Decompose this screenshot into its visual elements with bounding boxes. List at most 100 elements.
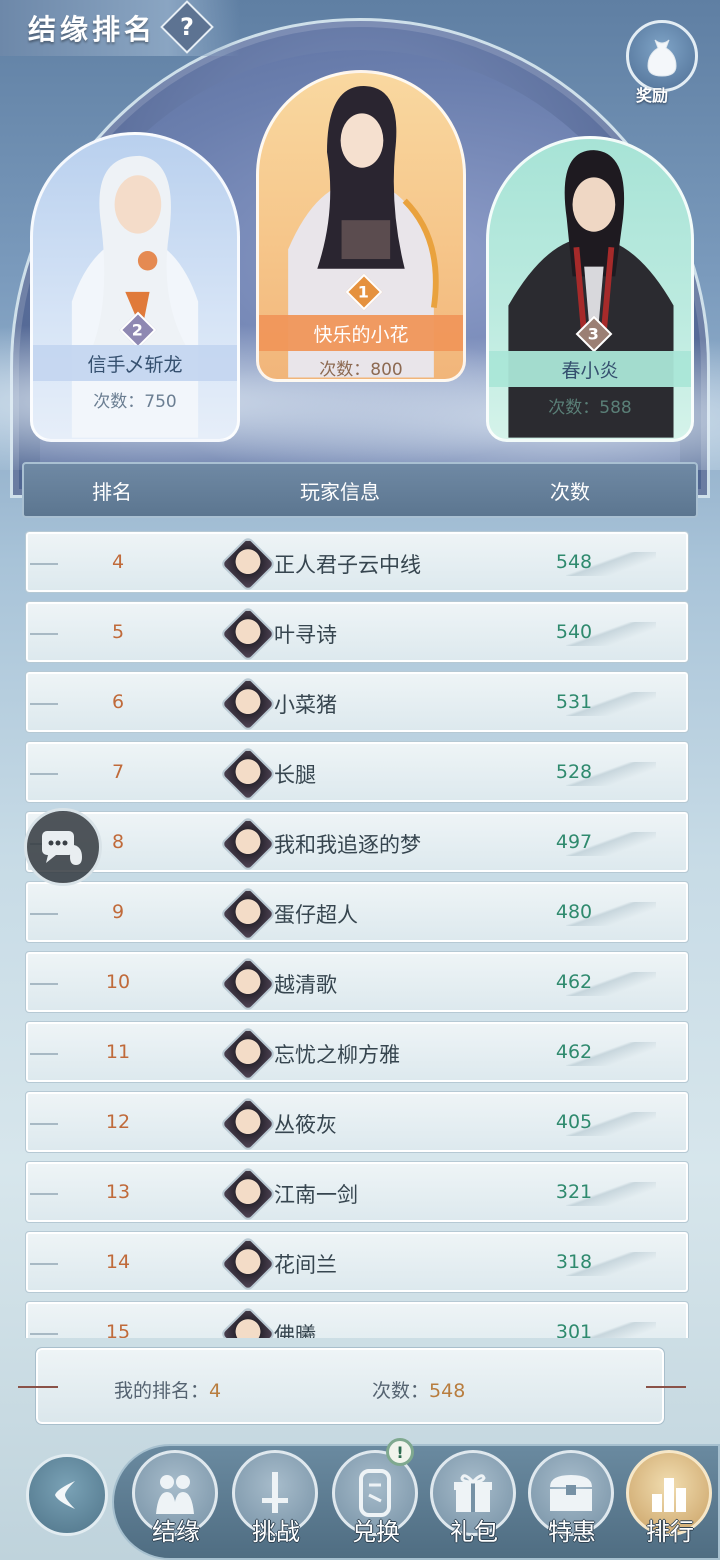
chat-button[interactable] [24, 808, 102, 886]
player-avatar [219, 675, 277, 733]
row-player-name: 小菜猪 [274, 693, 337, 717]
score-label: 次数： [319, 360, 371, 380]
row-count: 528 [555, 761, 593, 783]
column-header-rank: 排名 [92, 479, 132, 504]
row-count: 548 [555, 551, 593, 573]
bottom-nav: 结缘 挑战 兑换 礼包 特惠 排行 [0, 1434, 720, 1560]
player-avatar [219, 955, 277, 1013]
ranking-list[interactable]: 4 正人君子云中线 548 5 叶寻诗 540 6 小菜猪 531 7 长腿 5… [0, 528, 720, 1338]
row-count: 301 [555, 1321, 593, 1338]
row-player-name: 我和我追逐的梦 [274, 833, 421, 857]
podium-score-2: 次数：750 [33, 387, 237, 412]
row-count: 318 [555, 1251, 593, 1273]
column-header-count: 次数 [550, 479, 590, 504]
question-icon: ? [180, 12, 194, 41]
row-rank: 14 [105, 1251, 131, 1273]
podium-score-3: 次数：588 [489, 393, 691, 418]
player-avatar [219, 885, 277, 943]
row-rank: 6 [111, 691, 125, 713]
row-count: 405 [555, 1111, 593, 1133]
podium-card-2[interactable]: 2 信手乄斩龙 次数：750 [30, 132, 240, 442]
nav-item-tehui[interactable]: 特惠 [528, 1450, 616, 1560]
podium-card-3[interactable]: 3 春小炎 次数：588 [486, 136, 694, 442]
row-count: 540 [555, 621, 593, 643]
table-row[interactable]: 10 越清歌 462 [25, 951, 689, 1013]
nav-item-libao[interactable]: 礼包 [430, 1450, 518, 1560]
row-count: 497 [555, 831, 593, 853]
nav-item-duihuan[interactable]: 兑换 [332, 1450, 420, 1560]
my-rank-bar: 我的排名：4 次数：548 [18, 1347, 686, 1425]
column-header-player: 玩家信息 [300, 479, 380, 504]
player-avatar [219, 1165, 277, 1223]
chat-bubble-icon [42, 831, 82, 865]
table-row[interactable]: 13 江南一剑 321 [25, 1161, 689, 1223]
row-count: 531 [555, 691, 593, 713]
row-count: 480 [555, 901, 593, 923]
row-player-name: 丛筱灰 [274, 1113, 337, 1137]
row-rank: 9 [111, 901, 125, 923]
player-avatar [219, 815, 277, 873]
my-rank: 我的排名：4 [114, 1376, 221, 1403]
table-row[interactable]: 15 佛曦 301 [25, 1301, 689, 1338]
rank-badge-number: 1 [358, 282, 370, 302]
reward-button[interactable]: 奖励 [626, 20, 702, 110]
row-player-name: 忘忧之柳方雅 [274, 1043, 400, 1067]
exclamation-icon: ! [386, 1438, 414, 1466]
nav-label: 兑换 [352, 1518, 400, 1546]
row-player-name: 蛋仔超人 [274, 903, 358, 927]
row-player-name: 长腿 [274, 763, 316, 787]
table-row[interactable]: 5 叶寻诗 540 [25, 601, 689, 663]
table-row[interactable]: 14 花间兰 318 [25, 1231, 689, 1293]
table-row[interactable]: 6 小菜猪 531 [25, 671, 689, 733]
row-rank: 11 [105, 1041, 131, 1063]
podium-name-3: 春小炎 [489, 351, 691, 387]
table-row[interactable]: 11 忘忧之柳方雅 462 [25, 1021, 689, 1083]
row-rank: 15 [105, 1321, 131, 1338]
nav-item-paihang[interactable]: 排行 [626, 1450, 714, 1560]
table-row[interactable]: 12 丛筱灰 405 [25, 1091, 689, 1153]
row-player-name: 江南一剑 [274, 1183, 358, 1207]
row-count: 462 [555, 971, 593, 993]
row-rank: 13 [105, 1181, 131, 1203]
score-value: 588 [599, 398, 632, 418]
podium-score-1: 次数：800 [259, 355, 463, 380]
row-rank: 8 [111, 831, 125, 853]
nav-item-tiaozhan[interactable]: 挑战 [232, 1450, 320, 1560]
table-row[interactable]: 8 我和我追逐的梦 497 [25, 811, 689, 873]
podium-name-2: 信手乄斩龙 [33, 345, 237, 381]
row-rank: 10 [105, 971, 131, 993]
back-arrow-icon [55, 1481, 75, 1509]
ranking-screen: 结缘 排名 ? 奖励 2 信手乄斩龙 次数：750 1 快乐的小花 次数：800 … [0, 0, 720, 1560]
table-row[interactable]: 9 蛋仔超人 480 [25, 881, 689, 943]
row-player-name: 叶寻诗 [274, 623, 337, 647]
row-player-name: 越清歌 [274, 973, 337, 997]
player-avatar [219, 1095, 277, 1153]
table-row[interactable]: 7 长腿 528 [25, 741, 689, 803]
table-header: 排名 玩家信息 次数 [22, 462, 698, 518]
nav-label: 礼包 [450, 1518, 498, 1546]
row-rank: 12 [105, 1111, 131, 1133]
divider-ornament [18, 1386, 58, 1388]
nav-label: 结缘 [152, 1518, 200, 1546]
nav-label: 特惠 [548, 1518, 596, 1546]
rank-badge-number: 3 [588, 324, 600, 344]
divider-ornament [646, 1386, 686, 1388]
back-button[interactable] [26, 1454, 108, 1536]
reward-label: 奖励 [636, 86, 669, 105]
player-avatar [219, 605, 277, 663]
row-player-name: 正人君子云中线 [274, 553, 421, 577]
my-count: 次数：548 [372, 1376, 465, 1403]
nav-item-jieyuan[interactable]: 结缘 [132, 1450, 220, 1560]
score-value: 750 [144, 392, 177, 412]
podium-card-1[interactable]: 1 快乐的小花 次数：800 [256, 70, 466, 382]
podium-name-1: 快乐的小花 [259, 315, 463, 351]
row-count: 462 [555, 1041, 593, 1063]
nav-label: 挑战 [252, 1518, 300, 1546]
row-rank: 7 [111, 761, 125, 783]
my-count-value: 548 [429, 1380, 466, 1402]
nav-label: 排行 [646, 1518, 694, 1546]
my-count-label: 次数： [372, 1380, 430, 1402]
score-label: 次数： [93, 392, 145, 412]
table-row[interactable]: 4 正人君子云中线 548 [25, 531, 689, 593]
row-player-name: 佛曦 [274, 1323, 316, 1338]
